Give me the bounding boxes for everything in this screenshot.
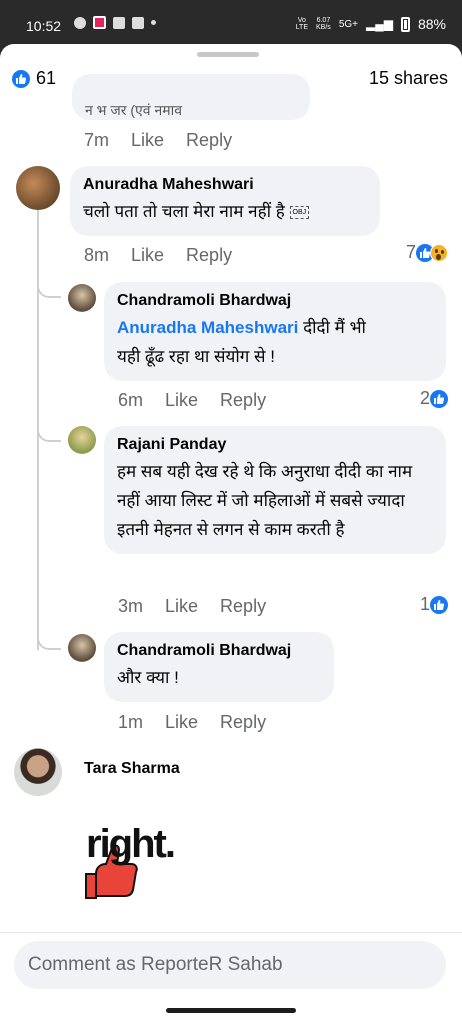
thread-branch: [37, 414, 61, 442]
status-time: 10:52: [26, 18, 62, 34]
reply-button[interactable]: Reply: [186, 130, 232, 151]
wow-reaction-icon: [430, 243, 448, 262]
comment-reactions[interactable]: 7: [406, 242, 448, 263]
comment-text: Anuradha Maheshwari दीदी मैं भी यही ढूँढ …: [117, 318, 366, 366]
comment-text: हम सब यही देख रहे थे कि अनुराधा दीदी का …: [117, 462, 413, 539]
sim-icon: [113, 16, 125, 29]
reply-button[interactable]: Reply: [220, 712, 266, 733]
like-button[interactable]: Like: [165, 596, 198, 617]
comment-bubble: Chandramoli Bhardwaj और क्या !: [104, 632, 334, 702]
comment-reactions[interactable]: 1: [420, 594, 448, 615]
sticker-text: right.: [86, 822, 176, 866]
reaction-count: 2: [419, 388, 430, 408]
volte-icon: Vo LTE: [295, 17, 309, 31]
home-indicator[interactable]: [166, 1008, 296, 1013]
comment-text: न भ जर (एवं नमाव: [85, 102, 183, 118]
reply-button[interactable]: Reply: [186, 245, 232, 266]
comment-author[interactable]: Anuradha Maheshwari: [83, 176, 367, 194]
like-button[interactable]: Like: [165, 390, 198, 411]
comment-time: 7m: [84, 130, 110, 150]
thread-branch: [37, 622, 61, 650]
signal-icon: ▂▄▆: [366, 17, 393, 31]
net-speed: 6.07 KB/s: [316, 17, 331, 31]
comment-author[interactable]: Rajani Panday: [117, 436, 433, 454]
avatar[interactable]: [68, 426, 96, 454]
comment-author[interactable]: Chandramoli Bhardwaj: [117, 642, 321, 660]
avatar[interactable]: [16, 166, 60, 210]
sim-icon-2: [132, 16, 144, 29]
shares-count[interactable]: 15 shares: [369, 68, 448, 89]
comment-bubble: Anuradha Maheshwari चलो पता तो चला मेरा …: [70, 166, 380, 236]
obj-placeholder: OBJ: [289, 206, 310, 220]
more-dot-icon: [151, 20, 156, 25]
comment-bubble: Rajani Panday हम सब यही देख रहे थे कि अन…: [104, 426, 446, 554]
drag-handle[interactable]: [197, 52, 259, 57]
comment-time: 8m: [84, 245, 110, 265]
battery-icon: [400, 16, 410, 32]
app-notification-icon: [93, 16, 106, 29]
mention-link[interactable]: Anuradha Maheshwari: [117, 318, 298, 337]
comment-meta: 7m Like Reply: [84, 130, 232, 151]
thread-branch: [37, 274, 61, 298]
like-button[interactable]: Like: [165, 712, 198, 733]
comment-time: 1m: [118, 712, 144, 732]
comment-reactions[interactable]: 2: [420, 388, 448, 409]
comment-author[interactable]: Chandramoli Bhardwaj: [117, 292, 433, 310]
like-button[interactable]: Like: [131, 130, 164, 151]
comment-composer: [0, 932, 462, 1024]
battery-level: 88%: [417, 16, 446, 32]
avatar[interactable]: [68, 634, 96, 662]
reaction-count: 7: [405, 242, 416, 262]
comments-sheet: 61 15 shares न भ जर (एवं नमाव 7m Like Re…: [0, 44, 462, 1024]
like-button[interactable]: Like: [131, 245, 164, 266]
like-reaction-icon: [430, 595, 448, 614]
notification-icons: [74, 16, 156, 29]
comment-author[interactable]: Tara Sharma: [84, 760, 180, 778]
message-icon: [74, 16, 86, 29]
comment-meta: 1m Like Reply: [118, 712, 266, 733]
comment-meta: 8m Like Reply: [84, 245, 232, 266]
like-reaction-icon: [430, 389, 448, 408]
reaction-count: 1: [419, 594, 430, 614]
status-right: Vo LTE 6.07 KB/s 5G+ ▂▄▆ 88%: [296, 16, 446, 32]
network-type: 5G+: [338, 18, 358, 30]
comment-time: 6m: [118, 390, 144, 410]
comment-bubble-partial: न भ जर (एवं नमाव: [72, 74, 310, 120]
comment-input[interactable]: [14, 941, 446, 989]
comment-meta: 6m Like Reply: [118, 390, 266, 411]
comment-time: 3m: [118, 596, 144, 616]
avatar[interactable]: [68, 284, 96, 312]
sticker[interactable]: right.: [80, 822, 200, 906]
comment-bubble: Chandramoli Bhardwaj Anuradha Maheshwari…: [104, 282, 446, 381]
comment-meta: 3m Like Reply: [118, 596, 266, 617]
reply-button[interactable]: Reply: [220, 596, 266, 617]
comment-text: और क्या !: [117, 668, 179, 687]
status-bar: 10:52 Vo LTE 6.07 KB/s 5G+ ▂▄▆ 88%: [0, 0, 462, 44]
reply-button[interactable]: Reply: [220, 390, 266, 411]
like-reaction-icon: [12, 70, 30, 89]
comment-text: चलो पता तो चला मेरा नाम नहीं है OBJ: [83, 202, 310, 221]
avatar[interactable]: [14, 748, 62, 796]
reaction-count: 61: [36, 68, 57, 88]
